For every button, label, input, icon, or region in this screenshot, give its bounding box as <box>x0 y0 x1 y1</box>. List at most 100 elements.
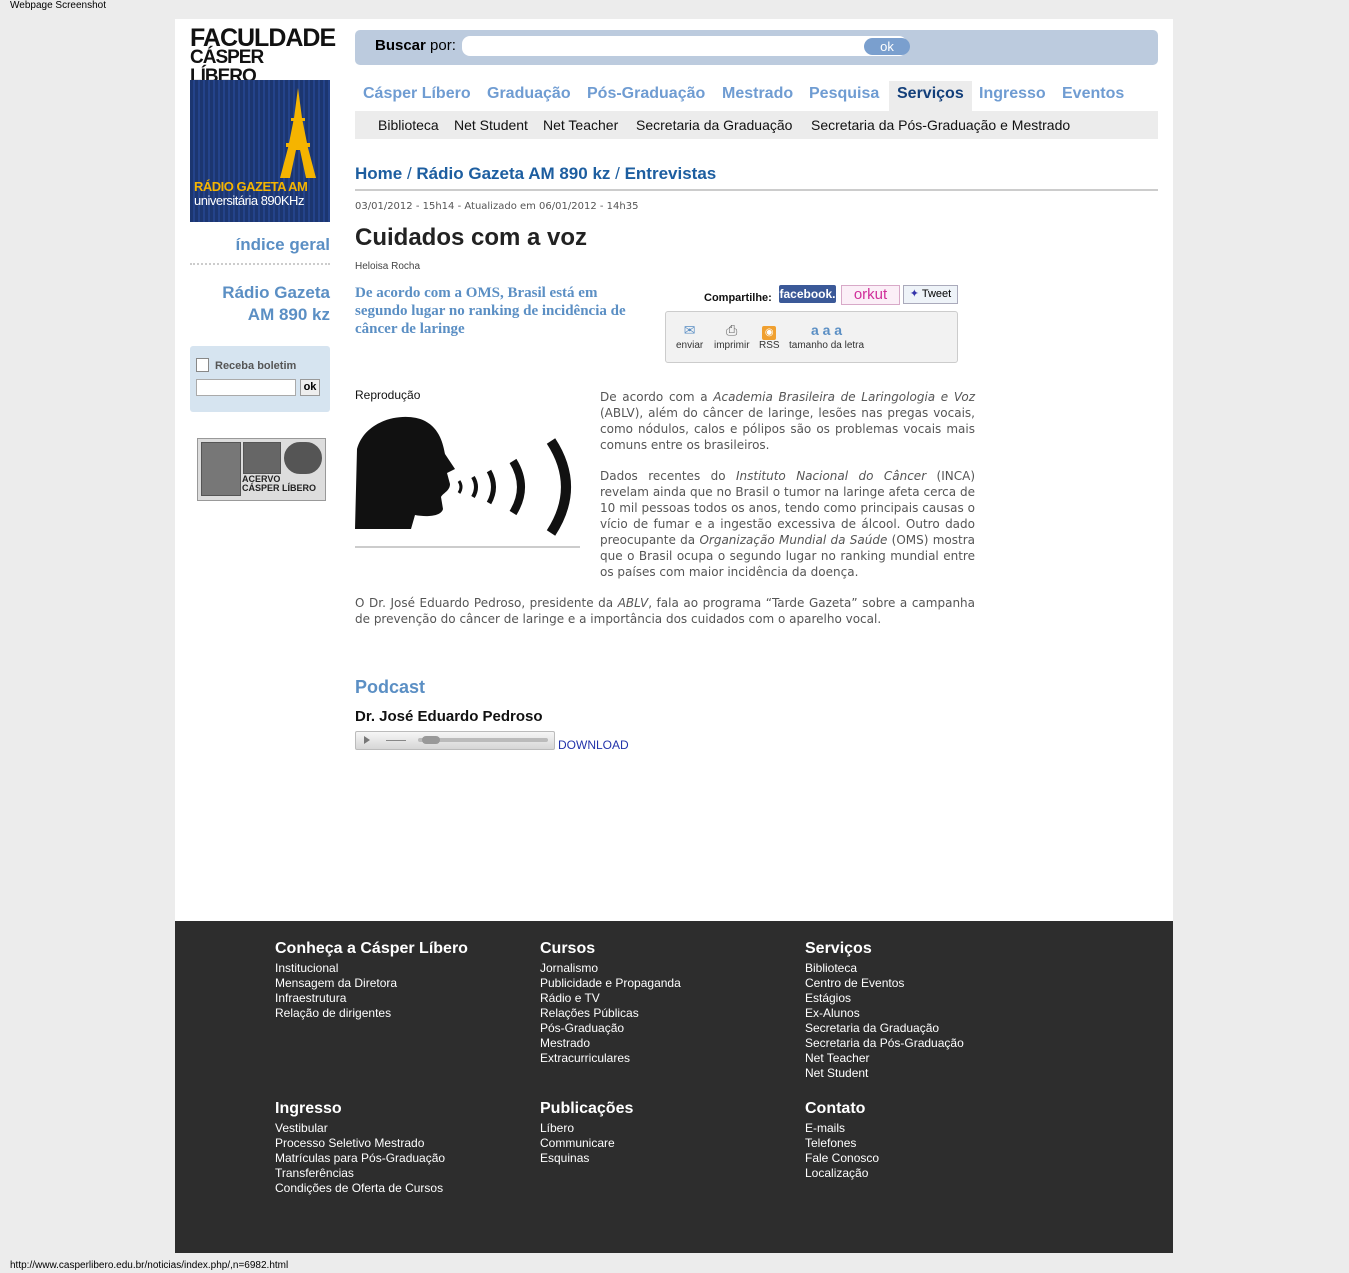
footer-link[interactable]: Estágios <box>805 991 964 1006</box>
send-tool[interactable]: ✉ enviar <box>676 322 703 351</box>
article-title: Cuidados com a voz <box>355 224 588 251</box>
footer-link[interactable]: Relações Públicas <box>540 1006 681 1021</box>
nav-servicos[interactable]: Serviços <box>889 81 972 111</box>
nav-casper-libero[interactable]: Cásper Líbero <box>355 81 479 107</box>
breadcrumb-page[interactable]: Entrevistas <box>625 164 717 183</box>
window-caption: Webpage Screenshot <box>10 0 106 11</box>
footer-link[interactable]: Esquinas <box>540 1151 633 1166</box>
article-lead: De acordo com a OMS, Brasil está em segu… <box>355 285 626 337</box>
font-size-tool[interactable]: a a a tamanho da letra <box>789 322 864 351</box>
footer-link[interactable]: Net Teacher <box>805 1051 964 1066</box>
footer-heading: Serviços <box>805 940 872 957</box>
footer-link[interactable]: Secretaria da Graduação <box>805 1021 964 1036</box>
subnav-secretaria-pos[interactable]: Secretaria da Pós-Graduação e Mestrado <box>811 117 1070 133</box>
tweet-button[interactable]: ✦ Tweet <box>903 285 958 304</box>
font-size-icon[interactable]: a a a <box>789 322 864 340</box>
send-label: enviar <box>676 340 704 351</box>
radio-gazeta-line-2[interactable]: AM 890 kz <box>222 304 330 326</box>
print-label: imprimir <box>714 340 750 351</box>
text-run-italic: Organização Mundial da Saúde <box>699 533 888 547</box>
text-run: (ABLV), além do câncer de laringe, lesõe… <box>600 406 975 452</box>
footer-link[interactable]: Matrículas para Pós-Graduação <box>275 1151 445 1166</box>
footer-link[interactable]: Vestibular <box>275 1121 445 1136</box>
font-size-label: tamanho da letra <box>789 340 865 351</box>
nav-ingresso[interactable]: Ingresso <box>971 81 1054 107</box>
footer-link[interactable]: Secretaria da Pós-Graduação <box>805 1036 964 1051</box>
footer-link[interactable]: Centro de Eventos <box>805 976 964 991</box>
indice-geral-label[interactable]: índice geral <box>236 235 330 254</box>
footer-heading: Contato <box>805 1100 866 1117</box>
subnav-secretaria-graduacao[interactable]: Secretaria da Graduação <box>636 117 792 133</box>
footer-heading: Ingresso <box>275 1100 342 1117</box>
footer-link[interactable]: E-mails <box>805 1121 879 1136</box>
tower-icon <box>280 88 316 178</box>
footer-link[interactable]: Fale Conosco <box>805 1151 879 1166</box>
newsletter-input[interactable] <box>196 379 296 396</box>
acervo-line-2: CÁSPER LÍBERO <box>242 483 317 493</box>
progress-handle[interactable] <box>422 736 440 744</box>
nav-graduacao[interactable]: Graduação <box>479 81 579 107</box>
footer-link[interactable]: Pós-Graduação <box>540 1021 681 1036</box>
footer-col-contato: Contato E-mails Telefones Fale Conosco L… <box>805 1100 879 1181</box>
footer-link[interactable]: Net Student <box>805 1066 964 1081</box>
footer-link[interactable]: Rádio e TV <box>540 991 681 1006</box>
orkut-share-button[interactable]: orkut <box>841 285 900 305</box>
footer-link[interactable]: Mensagem da Diretora <box>275 976 468 991</box>
footer-link[interactable]: Extracurriculares <box>540 1051 681 1066</box>
search-bar: Buscar por: ok <box>355 30 1158 65</box>
play-icon[interactable] <box>364 736 370 744</box>
radio-gazeta-banner[interactable]: RÁDIO GAZETA AM universitária 890KHz <box>190 80 330 222</box>
text-run: O Dr. José Eduardo Pedroso, presidente d… <box>355 596 618 610</box>
footer-link[interactable]: Localização <box>805 1166 879 1181</box>
footer-link[interactable]: Biblioteca <box>805 961 964 976</box>
nav-mestrado[interactable]: Mestrado <box>714 81 801 107</box>
nav-eventos[interactable]: Eventos <box>1054 81 1132 107</box>
footer-link[interactable]: Infraestrutura <box>275 991 468 1006</box>
article-tools: ✉ enviar ⎙ imprimir ◉ RSS a a a tamanho … <box>665 311 958 363</box>
volume-slider[interactable] <box>386 740 406 741</box>
text-run: Dados recentes do <box>600 469 736 483</box>
nav-pesquisa[interactable]: Pesquisa <box>801 81 887 107</box>
footer-heading: Cursos <box>540 940 596 957</box>
rss-tool[interactable]: ◉ RSS <box>759 322 780 351</box>
footer-link[interactable]: Processo Seletivo Mestrado <box>275 1136 445 1151</box>
footer-link[interactable]: Communicare <box>540 1136 633 1151</box>
sub-nav: Biblioteca Net Student Net Teacher Secre… <box>355 111 1158 139</box>
footer-link[interactable]: Mestrado <box>540 1036 681 1051</box>
breadcrumb-home[interactable]: Home <box>355 164 402 183</box>
radio-gazeta-link[interactable]: Rádio Gazeta AM 890 kz <box>222 282 330 326</box>
footer-link[interactable]: Institucional <box>275 961 468 976</box>
radio-gazeta-line-1[interactable]: Rádio Gazeta <box>222 282 330 304</box>
subnav-biblioteca[interactable]: Biblioteca <box>378 117 439 133</box>
search-ok-button[interactable]: ok <box>864 38 910 55</box>
share-label: Compartilhe: <box>704 292 772 304</box>
footer-link[interactable]: Transferências <box>275 1166 445 1181</box>
subnav-net-teacher[interactable]: Net Teacher <box>543 117 618 133</box>
indice-geral-link[interactable]: índice geral <box>236 235 330 255</box>
footer-link[interactable]: Relação de dirigentes <box>275 1006 468 1021</box>
footer-link[interactable]: Publicidade e Propaganda <box>540 976 681 991</box>
printer-icon: ⎙ <box>726 322 738 338</box>
facebook-share-button[interactable]: facebook. <box>779 285 836 303</box>
subnav-net-student[interactable]: Net Student <box>454 117 528 133</box>
footer-link[interactable]: Condições de Oferta de Cursos <box>275 1181 445 1196</box>
site-logo[interactable]: FACULDADE CÁSPER LÍBERO <box>190 26 336 87</box>
acervo-banner[interactable]: ACERVO CÁSPER LÍBERO <box>197 438 326 501</box>
search-label-bold: Buscar <box>375 37 426 54</box>
footer-link[interactable]: Jornalismo <box>540 961 681 976</box>
footer-link[interactable]: Telefones <box>805 1136 879 1151</box>
footer-link[interactable]: Líbero <box>540 1121 633 1136</box>
newsletter-ok-button[interactable]: ok <box>300 379 320 396</box>
audio-player[interactable] <box>355 731 555 750</box>
disc-icon <box>284 442 322 474</box>
footer: Conheça a Cásper Líbero Institucional Me… <box>175 921 1173 1253</box>
footer-heading: Publicações <box>540 1100 634 1117</box>
footer-col-servicos: Serviços Biblioteca Centro de Eventos Es… <box>805 940 964 1081</box>
download-link[interactable]: DOWNLOAD <box>558 738 629 752</box>
breadcrumb-section[interactable]: Rádio Gazeta AM 890 kz <box>416 164 610 183</box>
print-tool[interactable]: ⎙ imprimir <box>714 322 750 351</box>
envelope-icon: ✉ <box>683 322 696 338</box>
search-input[interactable] <box>462 36 907 56</box>
footer-link[interactable]: Ex-Alunos <box>805 1006 964 1021</box>
nav-pos-graduacao[interactable]: Pós-Graduação <box>579 81 713 107</box>
